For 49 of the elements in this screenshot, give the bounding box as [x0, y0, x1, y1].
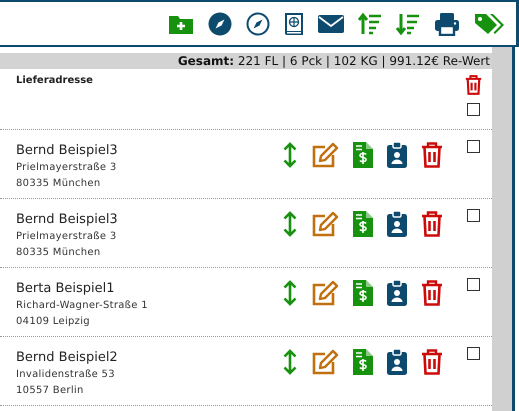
compass-icon[interactable]	[246, 12, 270, 36]
checkbox[interactable]	[467, 278, 480, 291]
customer-name: Bernd Beispiel3	[16, 142, 119, 160]
edit-icon[interactable]	[311, 349, 339, 375]
street-address: Prielmayerstraße 3	[16, 161, 118, 175]
envelope-icon[interactable]	[318, 14, 344, 34]
tags-icon[interactable]	[474, 12, 504, 36]
customer-name: Berta Beispiel1	[16, 280, 116, 298]
vertical-arrows-icon[interactable]	[283, 211, 297, 237]
invoice-icon[interactable]	[353, 211, 373, 237]
street-address: Richard-Wagner-Straße 1	[16, 299, 149, 313]
invoice-icon[interactable]	[353, 280, 373, 306]
edit-icon[interactable]	[311, 142, 339, 168]
postal-city: 80335 München	[16, 177, 102, 191]
compass-icon[interactable]	[208, 12, 232, 36]
edit-icon[interactable]	[311, 211, 339, 237]
street-address: Prielmayerstraße 3	[16, 230, 118, 244]
postal-city: 80335 München	[16, 246, 102, 260]
sort-descending-icon[interactable]	[396, 12, 420, 36]
trash-icon[interactable]	[465, 75, 482, 95]
customer-name: Bernd Beispiel3	[16, 211, 119, 229]
vertical-arrows-icon[interactable]	[283, 280, 297, 306]
printer-icon[interactable]	[434, 12, 460, 36]
id-badge-icon[interactable]	[387, 349, 407, 375]
invoice-icon[interactable]	[353, 142, 373, 168]
checkbox[interactable]	[467, 209, 480, 222]
edit-icon[interactable]	[311, 280, 339, 306]
invoice-icon[interactable]	[353, 349, 373, 375]
trash-icon[interactable]	[421, 142, 443, 168]
postal-city: 04109 Leipzig	[16, 315, 91, 329]
checkbox[interactable]	[467, 140, 480, 153]
sort-ascending-icon[interactable]	[358, 12, 382, 36]
vertical-arrows-icon[interactable]	[283, 349, 297, 375]
street-address: Invalidenstraße 53	[16, 368, 116, 382]
postal-city: 10557 Berlin	[16, 384, 85, 398]
column-header: Lieferadresse	[16, 74, 94, 88]
id-badge-icon[interactable]	[387, 280, 407, 306]
checkbox[interactable]	[467, 347, 480, 360]
globe-book-icon[interactable]	[284, 12, 304, 36]
id-badge-icon[interactable]	[387, 211, 407, 237]
totals-bar: Gesamt: 221 FL | 6 Pck | 102 KG | 991.12€ Re-Wert	[0, 53, 492, 69]
vertical-arrows-icon[interactable]	[283, 142, 297, 168]
trash-icon[interactable]	[421, 349, 443, 375]
id-badge-icon[interactable]	[387, 142, 407, 168]
checkbox[interactable]	[467, 103, 480, 116]
trash-icon[interactable]	[421, 280, 443, 306]
trash-icon[interactable]	[421, 211, 443, 237]
scrollbar[interactable]	[492, 47, 512, 411]
customer-name: Bernd Beispiel2	[16, 349, 119, 367]
